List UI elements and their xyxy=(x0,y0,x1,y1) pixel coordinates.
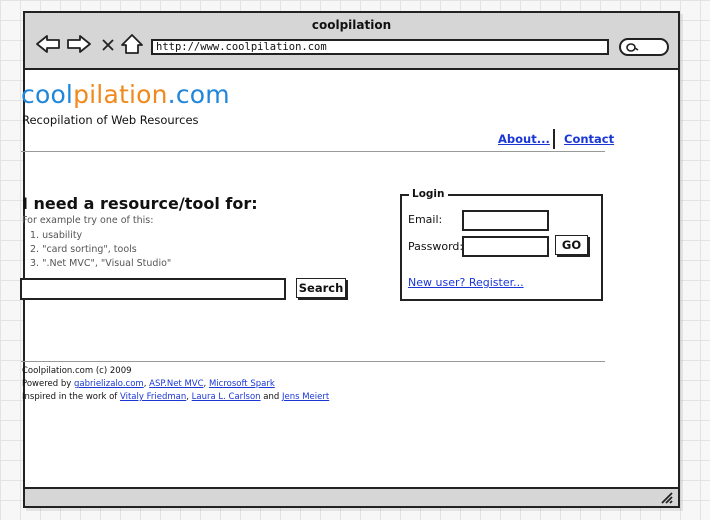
password-label: Password: xyxy=(408,240,464,253)
forward-icon[interactable] xyxy=(66,33,92,55)
example-list: 1. usability 2. "card sorting", tools 3.… xyxy=(30,230,171,272)
stop-icon[interactable] xyxy=(98,33,118,55)
footer-link-jens-meiert[interactable]: Jens Meiert xyxy=(282,392,329,402)
email-field[interactable] xyxy=(462,210,549,231)
example-item: 1. usability xyxy=(30,230,83,241)
password-field[interactable] xyxy=(462,236,549,257)
footer-link-vitaly-friedman[interactable]: Vitaly Friedman xyxy=(120,392,186,402)
inspired-prefix: Inspired in the work of xyxy=(22,392,118,402)
resource-search-input[interactable] xyxy=(20,278,286,300)
go-button[interactable]: GO xyxy=(555,235,588,255)
status-bar xyxy=(25,487,678,506)
example-item: 3. ".Net MVC", "Visual Studio" xyxy=(30,258,172,269)
back-icon[interactable] xyxy=(35,33,61,55)
resize-grip-icon[interactable] xyxy=(660,491,674,504)
logo-text-pilation: pilation xyxy=(73,80,168,109)
window-title: coolpilation xyxy=(311,18,392,32)
footer-link-microsoft-spark[interactable]: Microsoft Spark xyxy=(209,379,275,389)
inspired-and: and xyxy=(263,392,280,402)
footer-divider xyxy=(21,361,605,362)
email-label: Email: xyxy=(408,213,443,226)
about-link[interactable]: About... xyxy=(498,132,550,146)
example-item: 2. "card sorting", tools xyxy=(30,244,137,255)
header-divider xyxy=(21,151,605,152)
browser-titlebar: coolpilation http://www.coolpilation.com xyxy=(25,13,678,70)
footer-powered-by: Powered by gabrielizalo.com, ASP.Net MVC… xyxy=(22,379,275,389)
address-bar[interactable]: http://www.coolpilation.com xyxy=(151,39,609,55)
contact-link[interactable]: Contact xyxy=(564,132,614,146)
login-legend: Login xyxy=(409,188,448,200)
search-icon xyxy=(626,43,639,52)
logo-text-com: .com xyxy=(167,80,230,109)
footer-link-gabrielizalo[interactable]: gabrielizalo.com xyxy=(74,379,144,389)
footer-link-aspnet-mvc[interactable]: ASP.Net MVC xyxy=(149,379,203,389)
register-link[interactable]: New user? Register... xyxy=(408,276,524,289)
search-hint: For example try one of this: xyxy=(22,215,154,226)
search-button[interactable]: Search xyxy=(296,278,346,298)
site-tagline: Recopilation of Web Resources xyxy=(22,113,199,127)
site-logo[interactable]: coolpilation.com xyxy=(21,80,230,110)
footer-copyright: Coolpilation.com (c) 2009 xyxy=(22,366,132,376)
home-icon[interactable] xyxy=(119,33,145,55)
logo-text-cool: cool xyxy=(21,80,74,109)
powered-prefix: Powered by xyxy=(22,379,72,389)
browser-search-box[interactable] xyxy=(619,38,669,56)
footer-link-laura-carlson[interactable]: Laura L. Carlson xyxy=(192,392,261,402)
nav-divider xyxy=(553,129,555,149)
search-heading: I need a resource/tool for: xyxy=(22,194,258,213)
footer-inspired: Inspired in the work of Vitaly Friedman,… xyxy=(22,392,330,402)
